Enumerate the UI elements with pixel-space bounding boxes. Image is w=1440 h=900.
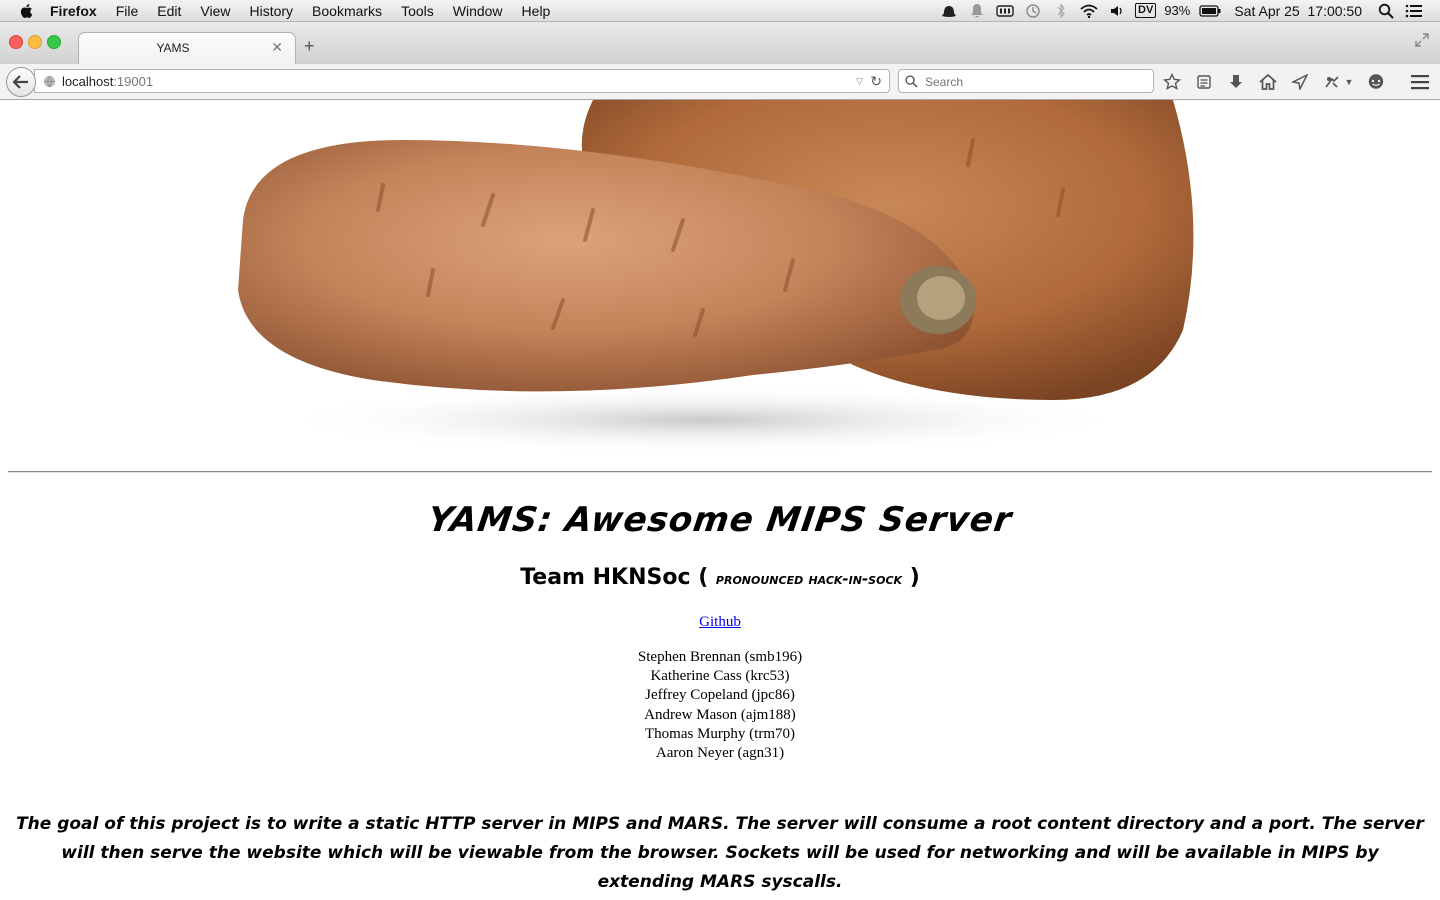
project-description: The goal of this project is to write a s… xyxy=(16,814,1424,892)
menu-help[interactable]: Help xyxy=(522,0,551,22)
reading-list-icon[interactable] xyxy=(1194,72,1214,92)
url-bar[interactable]: localhost:19001 ▽ ↻ xyxy=(34,69,890,93)
url-host: localhost xyxy=(62,74,114,89)
sweet-potato-image xyxy=(238,100,1194,455)
navigation-toolbar: localhost:19001 ▽ ↻ ▼ xyxy=(0,64,1440,100)
list-item: Aaron Neyer (agn31) xyxy=(655,745,785,762)
apple-icon[interactable] xyxy=(18,2,36,20)
search-input[interactable] xyxy=(923,72,1147,92)
volume-icon[interactable] xyxy=(1108,3,1126,19)
tab-strip: YAMS ✕ + xyxy=(0,22,1440,64)
menu-file[interactable]: File xyxy=(116,0,139,22)
bookmark-star-icon[interactable] xyxy=(1162,72,1182,92)
list-item: Katherine Cass (krc53) xyxy=(650,668,790,685)
url-history-dropdown-icon[interactable]: ▽ xyxy=(856,76,863,87)
downloads-icon[interactable] xyxy=(1226,72,1246,92)
battery-icon[interactable] xyxy=(1199,3,1221,19)
horizontal-rule xyxy=(8,471,1432,473)
member-list: Stephen Brennan (smb196) Katherine Cass … xyxy=(0,648,1440,763)
search-icon xyxy=(905,75,918,88)
search-bar[interactable] xyxy=(898,69,1154,93)
time-machine-icon[interactable] xyxy=(1024,3,1042,19)
tab-title: YAMS xyxy=(156,41,190,55)
url-port: :19001 xyxy=(113,74,154,89)
menu-firefox[interactable]: Firefox xyxy=(50,0,97,22)
menu-bookmarks[interactable]: Bookmarks xyxy=(312,0,382,22)
chat-bubble-icon[interactable] xyxy=(1366,72,1386,92)
hamburger-menu-icon[interactable] xyxy=(1410,73,1430,91)
list-item: Jeffrey Copeland (jpc86) xyxy=(645,687,795,704)
team-name: Team HKNSoc xyxy=(520,565,691,590)
team-heading: Team HKNSoc ( pronounced hack-in-sock ) xyxy=(0,565,1440,590)
back-button[interactable] xyxy=(6,67,36,97)
send-arrow-icon[interactable] xyxy=(1290,72,1310,92)
github-link[interactable]: Github xyxy=(699,614,741,630)
github-link-container: Github xyxy=(0,614,1440,631)
menu-edit[interactable]: Edit xyxy=(157,0,181,22)
reload-icon[interactable]: ↻ xyxy=(870,73,882,90)
team-open-paren: ( xyxy=(698,565,709,590)
back-arrow-icon xyxy=(13,75,28,89)
display-badge[interactable]: DV xyxy=(1135,3,1157,18)
toolbar-icons: ▼ xyxy=(1162,72,1398,92)
extension-dropdown-icon[interactable]: ▼ xyxy=(1344,72,1354,92)
team-pronunciation: pronounced hack-in-sock xyxy=(715,570,903,588)
notification-bell-icon[interactable] xyxy=(968,3,986,19)
extension-icon[interactable] xyxy=(1322,72,1342,92)
menu-history[interactable]: History xyxy=(249,0,293,22)
fullscreen-icon[interactable] xyxy=(1414,32,1430,48)
tab-yams[interactable]: YAMS ✕ xyxy=(78,32,296,64)
page-content: YAMS: Awesome MIPS Server Team HKNSoc ( … xyxy=(0,100,1440,900)
menubar-clock[interactable]: Sat Apr 25 17:00:50 xyxy=(1234,3,1362,19)
window-minimize-button[interactable] xyxy=(28,35,42,49)
bluetooth-icon[interactable] xyxy=(1052,2,1070,19)
url-text[interactable]: localhost:19001 xyxy=(62,74,153,89)
team-close-paren: ) xyxy=(909,565,920,590)
list-item: Stephen Brennan (smb196) xyxy=(637,649,803,665)
menu-tools[interactable]: Tools xyxy=(401,0,434,22)
list-item: Thomas Murphy (trm70) xyxy=(645,725,795,742)
status-area: DV 93% Sat Apr 25 17:00:50 xyxy=(935,0,1440,22)
page-title: YAMS: Awesome MIPS Server xyxy=(425,500,1015,540)
memory-meter-icon[interactable] xyxy=(996,3,1014,19)
menu-bar: Firefox File Edit View History Bookmarks… xyxy=(0,0,1440,22)
spotlight-search-icon[interactable] xyxy=(1377,3,1395,19)
window-zoom-button[interactable] xyxy=(47,35,61,49)
list-item: Andrew Mason (ajm188) xyxy=(644,706,796,723)
tab-close-icon[interactable]: ✕ xyxy=(271,39,283,56)
menu-window[interactable]: Window xyxy=(453,0,503,22)
globe-icon xyxy=(43,75,56,88)
new-tab-icon[interactable]: + xyxy=(304,36,315,57)
hat-icon[interactable] xyxy=(940,3,958,19)
battery-percent: 93% xyxy=(1164,3,1191,18)
wifi-icon[interactable] xyxy=(1080,3,1098,19)
menu-view[interactable]: View xyxy=(200,0,230,22)
notification-center-icon[interactable] xyxy=(1405,3,1423,19)
window-close-button[interactable] xyxy=(9,35,23,49)
home-icon[interactable] xyxy=(1258,72,1278,92)
